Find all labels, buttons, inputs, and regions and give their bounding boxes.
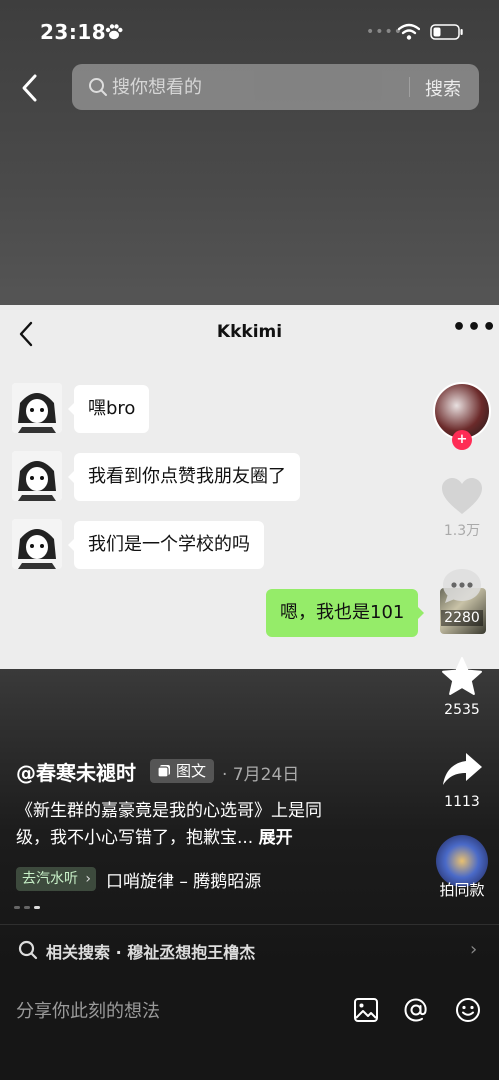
chevron-right-icon: ›: [470, 939, 478, 960]
image-icon[interactable]: [353, 997, 379, 1023]
chat-more-icon: •••: [452, 315, 498, 340]
share-count: 1113: [444, 794, 480, 810]
paw-icon: [105, 24, 123, 40]
comment-composer: [0, 975, 499, 1080]
wifi-icon: [398, 23, 420, 40]
follow-plus-icon[interactable]: +: [452, 430, 472, 450]
comment-input[interactable]: [16, 997, 316, 1025]
mention-icon[interactable]: [403, 997, 429, 1023]
post-type-label: 图文: [176, 762, 207, 780]
search-input[interactable]: [112, 72, 432, 102]
chat-avatar: [12, 451, 62, 501]
search-divider: [409, 77, 410, 97]
post-date: · 7月24日: [222, 765, 300, 785]
shoot-same-style-label: 拍同款: [439, 881, 485, 899]
music-title[interactable]: 口哨旋律 – 腾鹅昭源: [106, 867, 261, 892]
comment-button[interactable]: 2280: [430, 566, 494, 626]
favorite-button[interactable]: 2535: [430, 656, 494, 718]
heart-icon: [442, 478, 482, 514]
author-name[interactable]: @春寒未褪时: [16, 757, 136, 786]
like-count: 1.3万: [443, 523, 481, 539]
related-search-text: 相关搜索 · 穆祉丞想抱王橹杰: [46, 943, 256, 962]
related-search-bar[interactable]: 相关搜索 · 穆祉丞想抱王橹杰 ›: [0, 924, 499, 974]
star-icon: [442, 657, 482, 695]
chat-bubble: 嘿bro: [67, 385, 150, 433]
open-in-qishui-button[interactable]: 去汽水听 ›: [16, 867, 96, 891]
chevron-right-icon: ›: [85, 871, 91, 887]
status-time: 23:18: [40, 20, 107, 44]
chat-avatar: [12, 519, 62, 569]
image-page-indicator: [14, 906, 484, 910]
image-text-icon: [157, 765, 170, 778]
status-bar: 23:18 ••••: [0, 18, 499, 48]
page-dot: [14, 906, 20, 909]
comment-count: 2280: [441, 610, 483, 626]
shoot-same-style-button[interactable]: 拍同款: [432, 835, 492, 900]
emoji-icon[interactable]: [455, 997, 481, 1023]
page-dot-active: [34, 906, 40, 909]
open-in-qishui-label: 去汽水听: [22, 871, 78, 887]
chat-title: Kkkimi: [216, 322, 283, 342]
favorite-count: 2535: [444, 702, 480, 718]
chat-bubble: 我们是一个学校的吗: [68, 521, 264, 569]
post-image-chat[interactable]: Kkkimi ••• 嘿bro 我看到你点赞我朋友圈了 我们是一个学校的吗 嗯，…: [0, 305, 499, 669]
post-description: 《新生群的嘉豪竟是我的心选哥》上是同级，我不小心写错了，抱歉宝... 展开: [16, 798, 336, 852]
post-type-tag: 图文: [150, 759, 215, 783]
chat-avatar: [12, 383, 62, 433]
like-button[interactable]: 1.3万: [430, 476, 494, 540]
search-icon: [18, 940, 38, 960]
comment-icon: [443, 569, 481, 603]
page-dot: [24, 906, 30, 909]
back-arrow-icon[interactable]: [18, 72, 42, 104]
battery-icon: [430, 24, 463, 40]
chat-bubble-me: 嗯，我也是101: [266, 589, 425, 637]
expand-button[interactable]: 展开: [259, 828, 293, 848]
share-button[interactable]: 1113: [430, 750, 494, 810]
search-button[interactable]: 搜索: [425, 75, 461, 101]
chat-bubble: 我看到你点赞我朋友圈了: [68, 453, 300, 501]
share-arrow-icon: [443, 753, 482, 785]
search-icon: [89, 78, 107, 96]
search-bar: 搜索: [72, 64, 479, 110]
